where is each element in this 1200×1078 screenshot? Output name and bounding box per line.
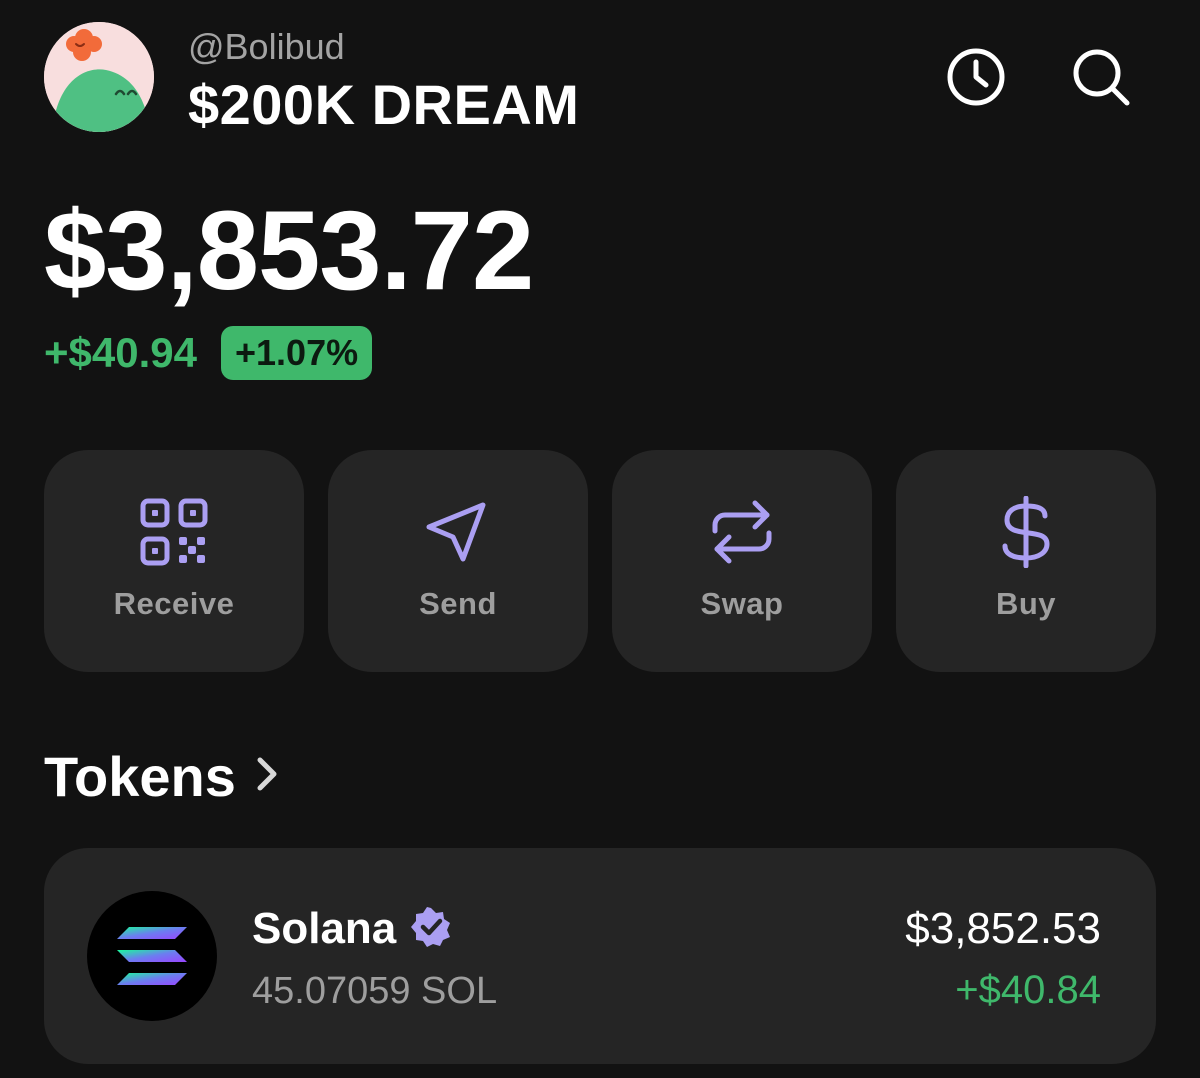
- avatar[interactable]: [44, 22, 154, 132]
- token-name: Solana: [252, 904, 397, 953]
- chevron-right-icon: [254, 754, 282, 799]
- dollar-icon: [990, 496, 1062, 568]
- buy-label: Buy: [995, 586, 1057, 621]
- token-row-solana[interactable]: Solana 45.07059 SOL $3,852.53 +$40.84: [44, 848, 1156, 1064]
- username: @Bolibud: [188, 26, 345, 67]
- clock-icon[interactable]: [945, 46, 1007, 108]
- action-buttons: Receive Send Swap Buy: [44, 450, 1156, 672]
- receive-button[interactable]: Receive: [44, 450, 304, 672]
- account-name[interactable]: $200K DREAM: [188, 72, 579, 137]
- send-button[interactable]: Send: [328, 450, 588, 672]
- balance-change-row: +$40.94 +1.07%: [44, 326, 373, 380]
- verified-badge-icon: [410, 906, 452, 953]
- swap-button[interactable]: Swap: [612, 450, 872, 672]
- send-label: Send: [419, 586, 497, 621]
- token-value: $3,852.53: [905, 904, 1101, 953]
- search-icon[interactable]: [1070, 46, 1132, 108]
- wallet-home-screen: @Bolibud $200K DREAM $3,853.72 +$40.94 +…: [0, 0, 1200, 1078]
- swap-label: Swap: [700, 586, 784, 621]
- receive-label: Receive: [113, 586, 235, 621]
- solana-logo-icon: [87, 891, 217, 1021]
- send-icon: [422, 496, 494, 568]
- token-name-row: Solana: [252, 904, 452, 954]
- change-percent-badge: +1.07%: [221, 326, 373, 380]
- swap-icon: [706, 496, 778, 568]
- avatar-illustration: [44, 22, 154, 132]
- change-value: +$40.94: [44, 329, 197, 376]
- token-amount: 45.07059 SOL: [252, 970, 498, 1012]
- token-change: +$40.84: [955, 968, 1101, 1012]
- qr-code-icon: [138, 496, 210, 568]
- tokens-title: Tokens: [44, 745, 236, 808]
- tokens-section-header[interactable]: Tokens: [44, 744, 282, 809]
- buy-button[interactable]: Buy: [896, 450, 1156, 672]
- total-balance: $3,853.72: [44, 188, 534, 313]
